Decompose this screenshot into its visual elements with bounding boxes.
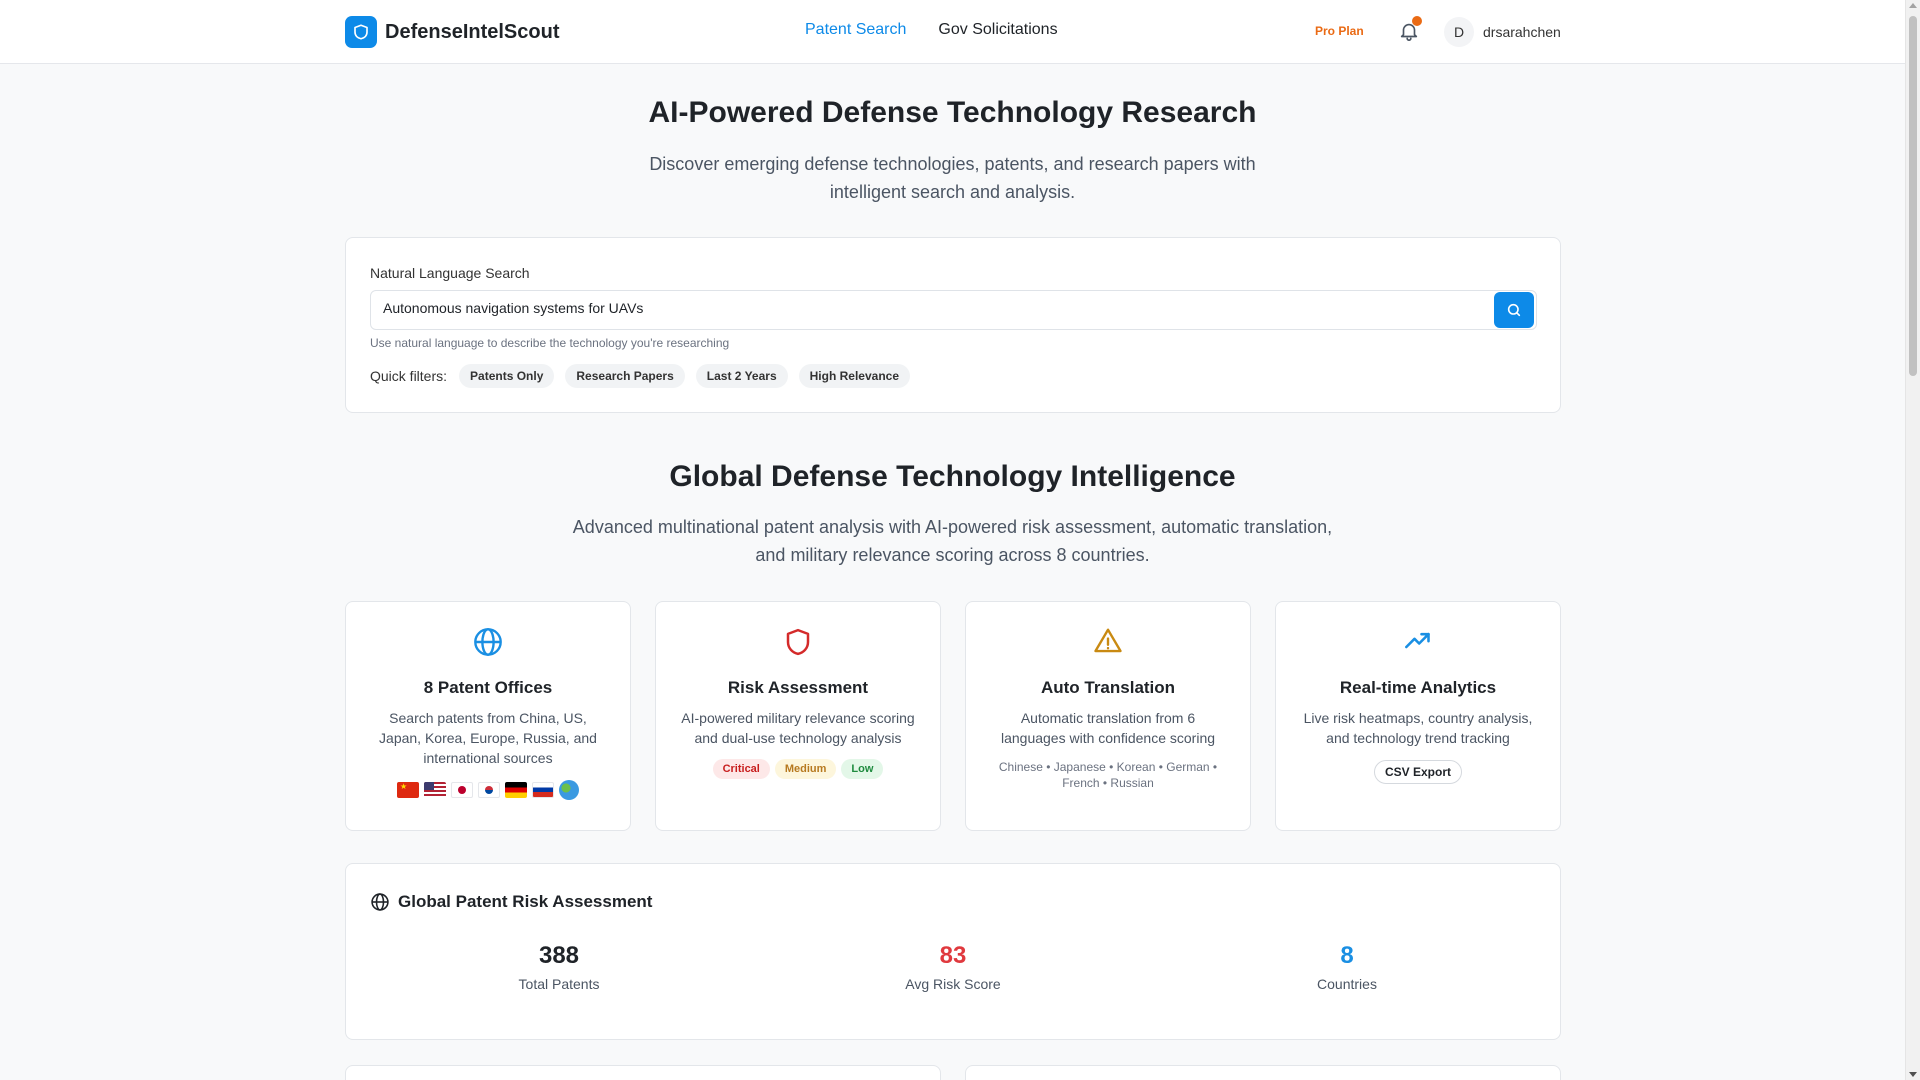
stat-label: Avg Risk Score <box>905 976 1001 992</box>
search-button[interactable] <box>1494 292 1534 328</box>
username[interactable]: drsarahchen <box>1483 24 1561 40</box>
feature-card-patent-offices: 8 Patent Offices Search patents from Chi… <box>345 601 631 831</box>
brand[interactable]: DefenseIntelScout <box>345 16 559 48</box>
search-box <box>370 290 1537 330</box>
brand-name: DefenseIntelScout <box>385 20 560 43</box>
nav-patent-search[interactable]: Patent Search <box>805 21 906 39</box>
main-nav: Patent Search Gov Solicitations <box>805 21 1058 39</box>
filter-chip-patents-only[interactable]: Patents Only <box>459 364 555 388</box>
stat-value: 8 <box>1340 942 1354 969</box>
feature-description: Search patents from China, US, Japan, Ko… <box>379 710 597 766</box>
feature-title: Risk Assessment <box>727 678 869 697</box>
flag-japan-icon <box>451 782 473 798</box>
risk-tag-medium: Medium <box>774 759 837 779</box>
search-card: Natural Language Search Use natural lang… <box>345 237 1561 413</box>
stat-total-patents: 388 Total Patents <box>409 942 709 992</box>
feature-description: Automatic translation from 6 languages w… <box>1000 710 1216 746</box>
stat-value: 83 <box>939 942 967 969</box>
hero-title: AI-Powered Defense Technology Research <box>648 96 1257 129</box>
country-flags: ★ <box>346 780 630 800</box>
risk-tag-low: Low <box>841 759 884 779</box>
search-hint: Use natural language to describe the tec… <box>370 336 730 350</box>
shield-logo-icon <box>345 16 377 48</box>
lower-card-left <box>345 1065 941 1080</box>
stat-label: Countries <box>1317 976 1377 992</box>
stats-title: Global Patent Risk Assessment <box>398 892 653 911</box>
risk-level-tags: Critical Medium Low <box>656 759 940 779</box>
warning-icon <box>1094 628 1122 653</box>
search-label: Natural Language Search <box>370 265 530 281</box>
earth-globe-icon <box>559 780 579 800</box>
feature-description: AI-powered military relevance scoring an… <box>681 710 915 746</box>
notifications-button[interactable] <box>1398 16 1422 44</box>
feature-description: Live risk heatmaps, country analysis, an… <box>1303 710 1533 746</box>
intel-section-title: Global Defense Technology Intelligence <box>669 460 1236 493</box>
filter-chip-high-relevance[interactable]: High Relevance <box>798 364 910 388</box>
lower-card-right <box>965 1065 1561 1080</box>
quick-filters-label: Quick filters: <box>370 368 448 384</box>
csv-export-badge[interactable]: CSV Export <box>1373 760 1462 784</box>
stat-label: Total Patents <box>518 976 600 992</box>
search-icon <box>1507 303 1521 317</box>
feature-title: Real-time Analytics <box>1339 678 1497 697</box>
globe-icon <box>474 628 502 656</box>
flag-china-icon: ★ <box>397 782 419 798</box>
page-scrollbar[interactable] <box>1905 0 1920 1080</box>
trending-up-icon <box>1405 632 1430 649</box>
filter-chip-research-papers[interactable]: Research Papers <box>565 364 685 388</box>
top-nav-bar: DefenseIntelScout Patent Search Gov Soli… <box>0 0 1905 64</box>
stat-avg-risk-score: 83 Avg Risk Score <box>803 942 1103 992</box>
stat-countries: 8 Countries <box>1197 942 1497 992</box>
shield-icon <box>786 628 810 656</box>
scroll-up-arrow-icon[interactable] <box>1909 3 1917 8</box>
flag-usa-icon <box>424 782 446 798</box>
nav-gov-solicitations[interactable]: Gov Solicitations <box>938 21 1057 39</box>
filter-chip-last-2-years[interactable]: Last 2 Years <box>695 364 788 388</box>
notification-dot <box>1412 16 1422 26</box>
flag-russia-icon <box>532 782 554 798</box>
plan-badge[interactable]: Pro Plan <box>1315 24 1364 38</box>
flag-korea-icon <box>478 782 500 798</box>
feature-card-risk-assessment: Risk Assessment AI-powered military rele… <box>655 601 941 831</box>
supported-languages: Chinese • Japanese • Korean • German • F… <box>998 760 1218 790</box>
search-input[interactable] <box>383 300 1473 316</box>
feature-card-auto-translation: Auto Translation Automatic translation f… <box>965 601 1251 831</box>
feature-title: 8 Patent Offices <box>423 678 553 697</box>
scroll-down-arrow-icon[interactable] <box>1909 1072 1917 1077</box>
flag-germany-icon <box>505 782 527 798</box>
intel-section-subtitle: Advanced multinational patent analysis w… <box>572 517 1333 565</box>
hero-subtitle: Discover emerging defense technologies, … <box>649 154 1256 202</box>
scroll-thumb[interactable] <box>1909 16 1917 376</box>
avatar[interactable]: D <box>1444 17 1474 47</box>
globe-icon <box>371 893 389 911</box>
stat-value: 388 <box>538 942 580 969</box>
feature-card-realtime-analytics: Real-time Analytics Live risk heatmaps, … <box>1275 601 1561 831</box>
risk-tag-critical: Critical <box>712 759 770 779</box>
quick-filters: Quick filters: Patents Only Research Pap… <box>370 364 921 388</box>
feature-title: Auto Translation <box>1040 678 1176 697</box>
risk-assessment-stats-card: Global Patent Risk Assessment 388 Total … <box>345 863 1561 1040</box>
